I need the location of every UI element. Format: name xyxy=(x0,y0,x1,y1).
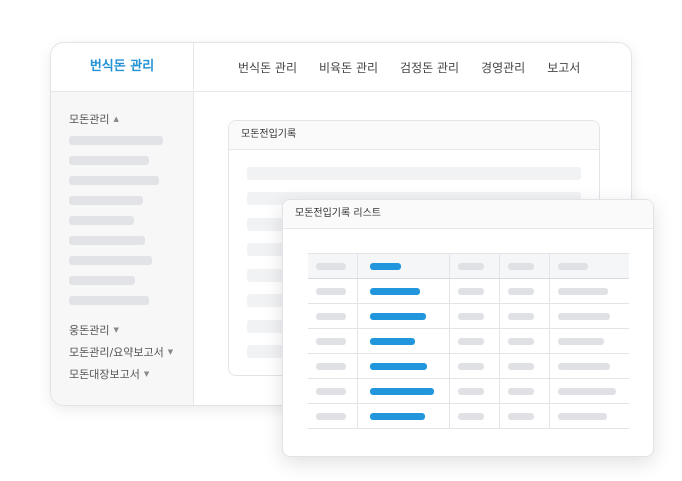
column-header[interactable] xyxy=(549,253,629,279)
table-cell xyxy=(449,403,500,429)
table-cell-link[interactable] xyxy=(357,328,450,354)
sidebar-item-placeholder[interactable] xyxy=(69,236,145,245)
sidebar-section-sow-ledger-report[interactable]: 모돈대장보고서 ▼ xyxy=(69,366,149,382)
sidebar-section-label: 모돈대장보고서 xyxy=(69,368,140,381)
table-row[interactable] xyxy=(308,303,629,329)
table-cell xyxy=(499,328,550,354)
column-header[interactable] xyxy=(308,253,358,279)
sidebar-item-placeholder[interactable] xyxy=(69,216,134,225)
table-cell-link[interactable] xyxy=(357,378,450,404)
table-cell xyxy=(449,353,500,379)
table-cell-link[interactable] xyxy=(357,353,450,379)
table-cell xyxy=(549,328,629,354)
nav-item-report[interactable]: 보고서 xyxy=(547,59,580,76)
table-cell xyxy=(549,278,629,304)
table-cell-link[interactable] xyxy=(357,303,450,329)
table-cell xyxy=(449,378,500,404)
table-cell xyxy=(549,403,629,429)
table-row[interactable] xyxy=(308,378,629,404)
sow-transfer-list-card: 모돈전입기록 리스트 xyxy=(282,199,654,457)
table-row[interactable] xyxy=(308,278,629,304)
table-cell xyxy=(499,303,550,329)
nav-item-business[interactable]: 경영관리 xyxy=(481,59,525,76)
sidebar-item-list xyxy=(69,136,163,316)
sow-transfer-table xyxy=(308,253,629,429)
table-row[interactable] xyxy=(308,353,629,379)
sidebar-item-placeholder[interactable] xyxy=(69,256,152,265)
table-cell xyxy=(308,353,358,379)
table-cell xyxy=(308,403,358,429)
column-header[interactable] xyxy=(499,253,550,279)
sidebar: 번식돈 관리 모돈관리 ▲ 웅돈관리 ▼ 모돈관리/요약보고서 ▼ 모돈대장보고… xyxy=(51,43,194,405)
sidebar-item-placeholder[interactable] xyxy=(69,196,143,205)
table-cell xyxy=(499,278,550,304)
sidebar-item-placeholder[interactable] xyxy=(69,176,159,185)
table-cell xyxy=(499,403,550,429)
chevron-down-icon: ▼ xyxy=(167,348,174,356)
table-cell-link[interactable] xyxy=(357,403,450,429)
table-cell xyxy=(499,353,550,379)
card-title: 모돈전입기록 리스트 xyxy=(283,200,653,229)
sidebar-item-placeholder[interactable] xyxy=(69,156,149,165)
column-header[interactable] xyxy=(357,253,450,279)
table-cell xyxy=(308,328,358,354)
brand-title[interactable]: 번식돈 관리 xyxy=(51,43,193,92)
nav-item-test-pig[interactable]: 검정돈 관리 xyxy=(400,59,459,76)
nav-item-breeding-pig[interactable]: 번식돈 관리 xyxy=(238,59,297,76)
sidebar-section-sow-summary-report[interactable]: 모돈관리/요약보고서 ▼ xyxy=(69,344,173,360)
table-row[interactable] xyxy=(308,403,629,429)
table-row[interactable] xyxy=(308,328,629,354)
table-cell xyxy=(308,303,358,329)
form-field-placeholder[interactable] xyxy=(247,167,581,180)
column-header[interactable] xyxy=(449,253,500,279)
sidebar-section-boar-management[interactable]: 웅돈관리 ▼ xyxy=(69,322,119,338)
sidebar-item-placeholder[interactable] xyxy=(69,136,163,145)
table-cell xyxy=(499,378,550,404)
chevron-down-icon: ▼ xyxy=(143,370,150,378)
table-cell xyxy=(308,278,358,304)
table-cell xyxy=(449,328,500,354)
table-cell xyxy=(549,378,629,404)
sidebar-section-label: 모돈관리 xyxy=(69,113,110,126)
table-cell xyxy=(308,378,358,404)
table-cell xyxy=(549,303,629,329)
top-navigation: 번식돈 관리 비육돈 관리 검정돈 관리 경영관리 보고서 xyxy=(194,43,631,92)
table-cell xyxy=(549,353,629,379)
sidebar-section-label: 웅돈관리 xyxy=(69,324,110,337)
nav-item-fattening-pig[interactable]: 비육돈 관리 xyxy=(319,59,378,76)
sidebar-section-sow-management[interactable]: 모돈관리 ▲ xyxy=(69,111,119,127)
table-cell-link[interactable] xyxy=(357,278,450,304)
sidebar-item-placeholder[interactable] xyxy=(69,296,149,305)
table-cell xyxy=(449,303,500,329)
table-header-row xyxy=(308,253,629,279)
sidebar-section-label: 모돈관리/요약보고서 xyxy=(69,346,164,359)
sidebar-item-placeholder[interactable] xyxy=(69,276,135,285)
chevron-up-icon: ▲ xyxy=(113,115,119,123)
chevron-down-icon: ▼ xyxy=(113,326,119,334)
table-cell xyxy=(449,278,500,304)
card-title: 모돈전입기록 xyxy=(229,121,599,150)
